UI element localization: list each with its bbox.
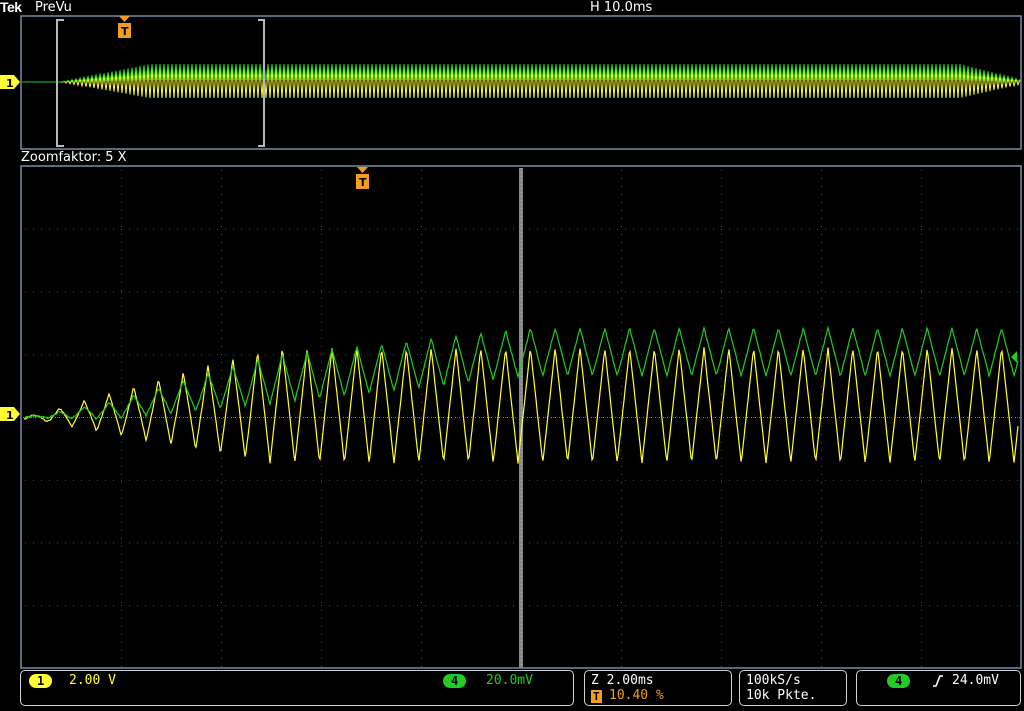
waveform-display: 1 1 T T: [0, 0, 1024, 670]
ch4-scale[interactable]: 20.0mV: [486, 673, 533, 688]
record-length: 10k Pkte.: [746, 688, 816, 703]
ch1-scale[interactable]: 2.00 V: [69, 673, 116, 688]
trigger-source-badge[interactable]: 4: [887, 674, 910, 688]
ch1-ground-marker-overview[interactable]: 1: [0, 75, 20, 90]
svg-text:T: T: [359, 176, 367, 189]
trigger-level[interactable]: 24.0mV: [952, 673, 999, 688]
sample-rate: 100kS/s: [746, 673, 801, 688]
rising-edge-icon: [932, 675, 944, 687]
trigger-position-percent[interactable]: 10.40 %: [609, 688, 664, 703]
zoom-timebase-panel[interactable]: Z 2.00ms T 10.40 %: [584, 670, 732, 706]
svg-text:1: 1: [6, 77, 14, 90]
trigger-panel[interactable]: 4 24.0mV: [856, 670, 1021, 706]
ch4-badge[interactable]: 4: [443, 674, 466, 688]
svg-text:1: 1: [6, 409, 14, 422]
zoom-time-scale[interactable]: Z 2.00ms: [591, 673, 654, 688]
ch1-badge[interactable]: 1: [29, 674, 52, 688]
acquisition-panel[interactable]: 100kS/s 10k Pkte.: [739, 670, 847, 706]
ch1-ground-marker-main[interactable]: 1: [0, 407, 20, 422]
channel-scale-panel[interactable]: 1 2.00 V 4 20.0mV: [20, 670, 574, 706]
trigger-badge: T: [591, 690, 602, 703]
svg-text:T: T: [121, 25, 129, 38]
